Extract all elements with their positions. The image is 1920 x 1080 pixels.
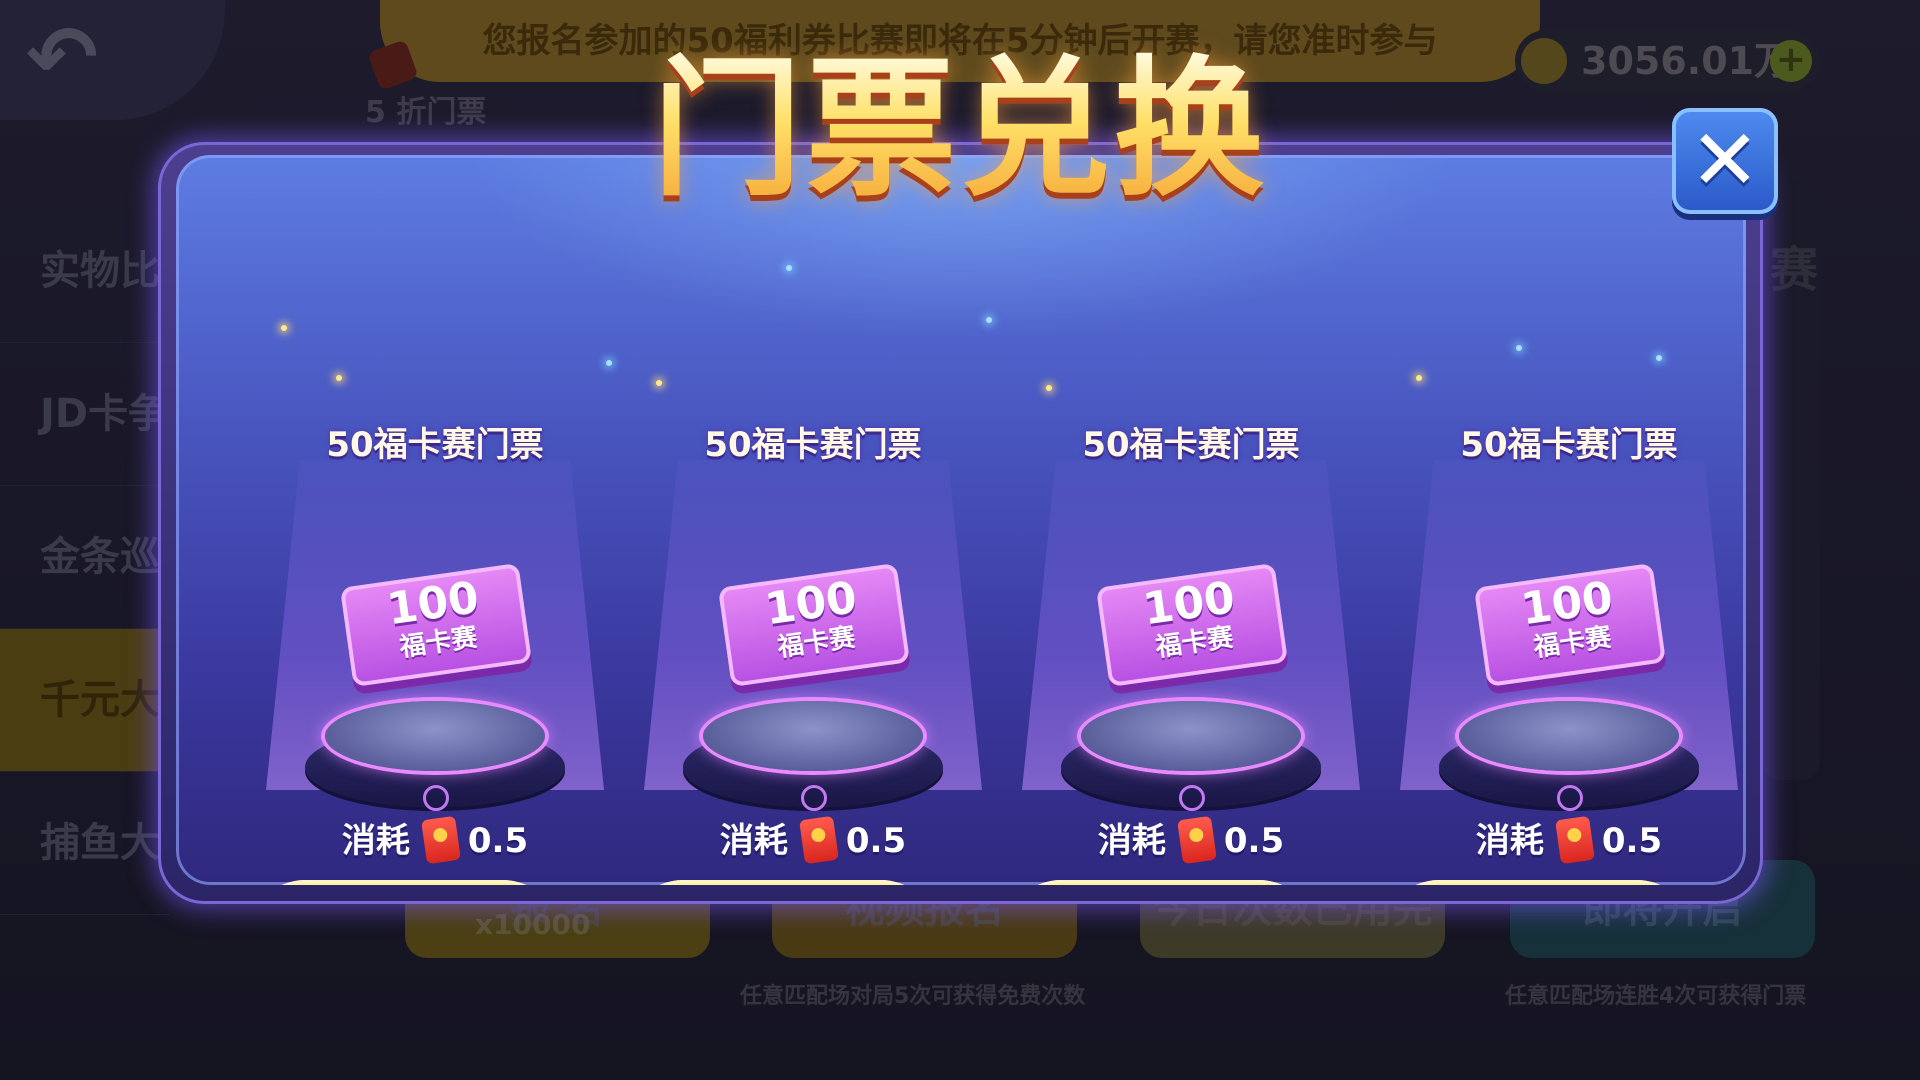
exchange-button[interactable]: 兑换 [249, 880, 559, 885]
discount-ticket-label: 5 折门票 [365, 95, 487, 130]
sparkle [986, 317, 992, 323]
exchange-card: 50福卡赛门票 100 福卡赛 消耗0.5 兑换 [624, 405, 1002, 885]
card-title: 50福卡赛门票 [326, 425, 544, 465]
exchange-button[interactable]: 兑换 [627, 880, 937, 885]
card-title: 50福卡赛门票 [1460, 425, 1678, 465]
right-panel-text: 赛 [1770, 242, 1819, 298]
sparkle [281, 325, 287, 331]
pedestal [683, 697, 943, 817]
pedestal [305, 697, 565, 817]
cost-row: 消耗 0.5 [1002, 813, 1380, 865]
exchange-card: 50福卡赛门票 100 福卡赛 消耗0.5 兑换 [1002, 405, 1380, 885]
ticket-hint: 任意匹配场连胜4次可获得门票 [1505, 984, 1807, 1009]
sidebar-item-gold[interactable]: 金条巡 [0, 486, 170, 629]
sidebar-item-fishing[interactable]: 捕鱼大 [0, 772, 170, 915]
back-button[interactable]: ↶ [0, 0, 225, 120]
exchange-button[interactable]: 兑换 [1383, 880, 1693, 885]
sparkle [1656, 355, 1662, 361]
exchange-card: 50福卡赛门票 100 福卡赛 消耗0.5 兑换 [246, 405, 624, 885]
card-title: 50福卡赛门票 [1082, 425, 1300, 465]
cost-value: 0.5 [1223, 821, 1285, 861]
red-packet-icon [798, 815, 839, 865]
sparkle [1516, 345, 1522, 351]
exchange-card: 50福卡赛门票 100 福卡赛 消耗0.5 兑换 [1380, 405, 1746, 885]
coin-icon [1521, 38, 1567, 84]
cost-row: 消耗 0.5 [246, 813, 624, 865]
cost-row: 消耗 0.5 [1380, 813, 1746, 865]
coin-balance-value: 3056.01万 [1581, 39, 1793, 83]
back-arrow-icon: ↶ [26, 8, 99, 108]
sparkle [1046, 385, 1052, 391]
sparkle [656, 380, 662, 386]
red-packet-icon [420, 815, 461, 865]
close-button[interactable]: ✕ [1672, 108, 1778, 214]
cost-value: 0.5 [845, 821, 907, 861]
red-packet-icon [1176, 815, 1217, 865]
card-title: 50福卡赛门票 [704, 425, 922, 465]
cost-row: 消耗 0.5 [624, 813, 1002, 865]
cost-value: 0.5 [467, 821, 529, 861]
pedestal [1439, 697, 1699, 817]
category-sidebar: 实物比 JD卡争 金条巡 千元大 捕鱼大 [0, 200, 170, 915]
ticket-icon [367, 39, 419, 91]
red-packet-icon [1554, 815, 1595, 865]
free-times-hint: 任意匹配场对局5次可获得免费次数 [740, 984, 1086, 1009]
close-icon: ✕ [1689, 111, 1761, 209]
dialog-title: 门票兑换 [600, 50, 1320, 210]
sidebar-item-jd[interactable]: JD卡争 [0, 343, 170, 486]
ticket-exchange-dialog: 50福卡赛门票 100 福卡赛 消耗0.5 兑换 50福卡赛门票 100 福卡赛… [176, 155, 1746, 885]
right-panel: 赛 [1760, 180, 1820, 780]
cost-label: 消耗 [1475, 821, 1544, 861]
sparkle [786, 265, 792, 271]
cost-label: 消耗 [341, 821, 410, 861]
cost-label: 消耗 [1097, 821, 1166, 861]
cost-label: 消耗 [719, 821, 788, 861]
sidebar-item-physical[interactable]: 实物比 [0, 200, 170, 343]
sparkle [1416, 375, 1422, 381]
coin-balance: 3056.01万 + [1515, 30, 1820, 92]
sparkle [336, 375, 342, 381]
discount-ticket[interactable]: 5 折门票 [365, 39, 515, 130]
pedestal [1061, 697, 1321, 817]
cost-value: 0.5 [1601, 821, 1663, 861]
exchange-button[interactable]: 兑换 [1005, 880, 1315, 885]
add-coins-button[interactable]: + [1770, 40, 1812, 82]
sparkle [606, 360, 612, 366]
sidebar-item-thousand[interactable]: 千元大 [0, 629, 170, 772]
